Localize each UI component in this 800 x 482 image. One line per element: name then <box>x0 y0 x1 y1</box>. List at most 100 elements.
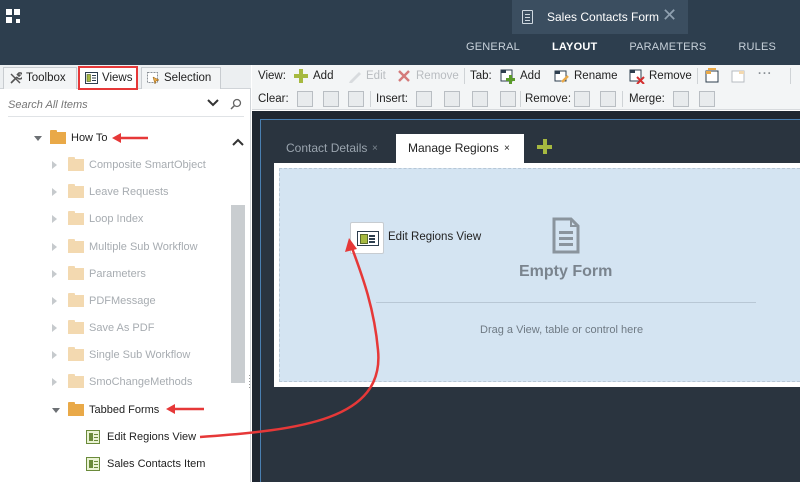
empty-form-icon <box>552 217 580 254</box>
folder-icon <box>68 374 84 388</box>
placed-view-icon[interactable] <box>350 222 384 254</box>
move-tab-left-icon[interactable] <box>704 68 720 84</box>
scrollbar-thumb[interactable] <box>231 205 245 383</box>
tree-view-edit-regions[interactable]: Edit Regions View <box>86 428 226 446</box>
insert-row-below-icon[interactable] <box>500 91 516 107</box>
folder-icon <box>68 347 84 361</box>
insert-row-above-icon[interactable] <box>472 91 488 107</box>
folder-open-icon <box>68 402 84 416</box>
drop-hint-text: Drag a View, table or control here <box>480 324 644 336</box>
rename-tab-button[interactable]: Rename <box>574 69 617 83</box>
expanded-arrow-icon[interactable] <box>34 136 42 141</box>
insert-column-left-icon[interactable] <box>416 91 432 107</box>
tab-general[interactable]: GENERAL <box>450 40 536 65</box>
clear-cell-icon[interactable] <box>297 91 313 107</box>
merge-right-icon[interactable] <box>673 91 689 107</box>
tab-toolbox[interactable]: Toolbox <box>3 67 77 89</box>
add-view-button[interactable]: Add <box>313 69 333 83</box>
document-title: Sales Contacts Form <box>547 10 660 24</box>
collapsed-arrow-icon[interactable] <box>52 161 57 169</box>
collapsed-arrow-icon[interactable] <box>52 188 57 196</box>
tree-folder-item[interactable]: Save As PDF <box>52 319 227 337</box>
close-tab-icon[interactable]: × <box>504 134 510 163</box>
document-tab[interactable]: Sales Contacts Form ✕ <box>512 0 688 34</box>
collapsed-arrow-icon[interactable] <box>52 297 57 305</box>
empty-form-title: Empty Form <box>519 263 613 280</box>
collapsed-arrow-icon[interactable] <box>52 243 57 251</box>
remove-column-icon[interactable] <box>574 91 590 107</box>
tree-folder-item[interactable]: Leave Requests <box>52 183 227 201</box>
chevron-down-icon[interactable] <box>206 97 220 109</box>
tab-rules[interactable]: RULES <box>722 40 792 65</box>
expanded-arrow-icon[interactable] <box>52 408 60 413</box>
tree-folder-item[interactable]: Loop Index <box>52 210 227 228</box>
more-options-icon[interactable]: ··· <box>758 67 773 81</box>
app-header: Sales Contacts Form ✕ GENERAL LAYOUT PAR… <box>0 0 800 76</box>
designer-tabs: GENERAL LAYOUT PARAMETERS RULES <box>450 40 792 76</box>
tab-views[interactable]: Views <box>78 66 138 90</box>
tree-folder-item[interactable]: PDFMessage <box>52 292 227 310</box>
add-tab-button[interactable]: Add <box>520 69 540 83</box>
tab-views-label: Views <box>102 72 133 84</box>
toolbar-separator <box>520 91 521 107</box>
collapsed-arrow-icon[interactable] <box>52 270 57 278</box>
tab-parameters[interactable]: PARAMETERS <box>613 40 722 65</box>
close-icon[interactable]: ✕ <box>662 6 677 24</box>
insert-column-right-icon[interactable] <box>444 91 460 107</box>
remove-view-icon[interactable] <box>396 68 412 84</box>
scroll-up-icon[interactable] <box>232 137 244 147</box>
tree-label: How To <box>71 132 108 144</box>
search-icon[interactable] <box>230 98 242 110</box>
collapsed-arrow-icon[interactable] <box>52 324 57 332</box>
tab-toolbox-label: Toolbox <box>26 72 66 84</box>
remove-tab-icon[interactable] <box>629 68 645 84</box>
folder-icon <box>68 320 84 334</box>
toolbar-separator <box>370 91 371 107</box>
toolbar-separator <box>697 68 698 84</box>
app-grid-icon[interactable] <box>6 9 22 25</box>
edit-view-button[interactable]: Edit <box>366 69 386 83</box>
document-icon <box>522 10 533 24</box>
tab-selection[interactable]: Selection <box>141 67 221 89</box>
search-input[interactable] <box>8 95 188 115</box>
view-group-label: View: <box>258 70 286 82</box>
remove-row-icon[interactable] <box>600 91 616 107</box>
tree-folder-item[interactable]: Parameters <box>52 265 227 283</box>
move-tab-right-icon[interactable] <box>730 68 746 84</box>
tree-view-sales-contacts-item[interactable]: Sales Contacts Item <box>86 455 226 473</box>
tree-folder-item[interactable]: Multiple Sub Workflow <box>52 238 227 256</box>
add-tab-icon[interactable] <box>500 68 516 84</box>
tree-folder-item[interactable]: Composite SmartObject <box>52 156 227 174</box>
tree-label: Composite SmartObject <box>89 159 206 171</box>
views-tree: How To Composite SmartObject Leave Reque… <box>0 125 230 482</box>
toolbar-separator <box>622 91 623 107</box>
folder-icon <box>68 184 84 198</box>
tab-layout[interactable]: LAYOUT <box>536 40 613 76</box>
tree-folder-how-to[interactable]: How To <box>34 129 224 147</box>
collapsed-arrow-icon[interactable] <box>52 351 57 359</box>
add-view-icon[interactable] <box>293 68 309 84</box>
tree-label: Multiple Sub Workflow <box>89 241 198 253</box>
remove-view-button[interactable]: Remove <box>416 69 459 83</box>
tab-contact-details[interactable]: Contact Details × <box>274 134 394 163</box>
panel-splitter-handle[interactable] <box>248 375 251 389</box>
tree-label: SmoChangeMethods <box>89 376 193 388</box>
add-tab-icon[interactable] <box>536 138 554 156</box>
remove-tab-button[interactable]: Remove <box>649 69 692 83</box>
tree-folder-item[interactable]: Single Sub Workflow <box>52 346 227 364</box>
toolbar-separator <box>790 68 791 84</box>
tree-folder-item[interactable]: SmoChangeMethods <box>52 373 227 391</box>
close-tab-icon[interactable]: × <box>372 134 378 163</box>
merge-down-icon[interactable] <box>699 91 715 107</box>
tab-manage-regions[interactable]: Manage Regions × <box>396 134 524 163</box>
merge-group-label: Merge: <box>629 93 665 105</box>
view-item-icon <box>86 457 100 471</box>
clear-column-icon[interactable] <box>348 91 364 107</box>
tree-folder-tabbed-forms[interactable]: Tabbed Forms <box>52 401 227 419</box>
clear-row-icon[interactable] <box>323 91 339 107</box>
rename-tab-icon[interactable] <box>554 68 570 84</box>
placed-view-label[interactable]: Edit Regions View <box>388 231 481 243</box>
collapsed-arrow-icon[interactable] <box>52 215 57 223</box>
collapsed-arrow-icon[interactable] <box>52 378 57 386</box>
folder-icon <box>68 239 84 253</box>
